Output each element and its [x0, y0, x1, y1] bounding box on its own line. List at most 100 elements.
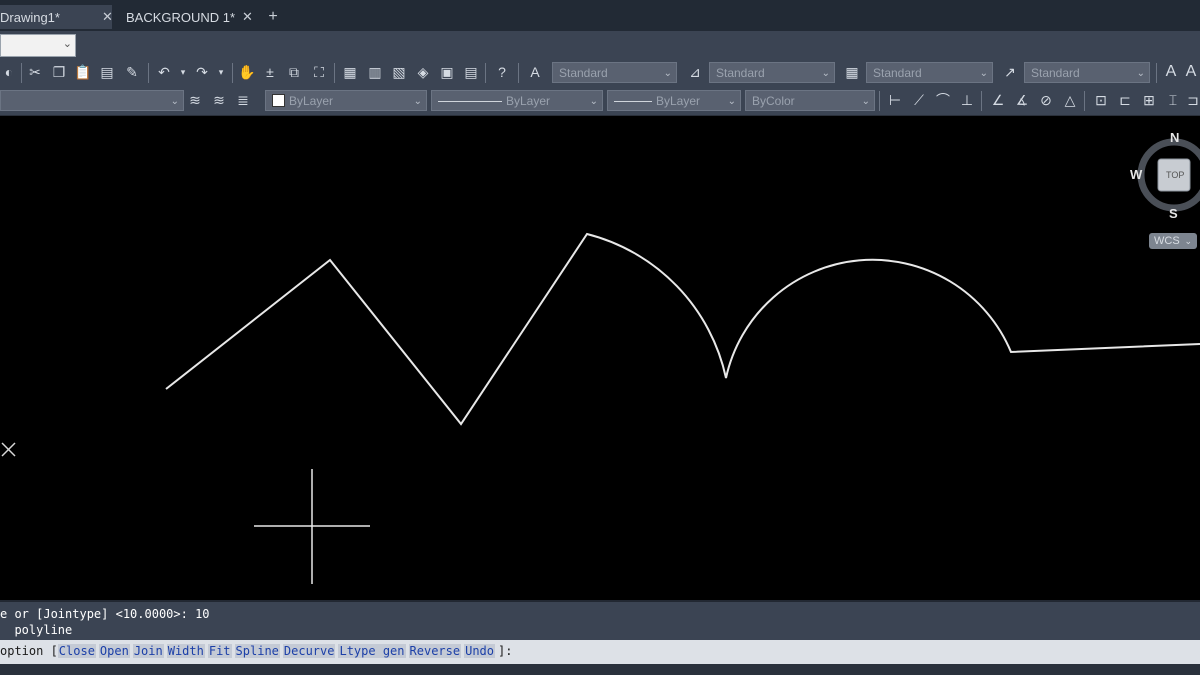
option-spline[interactable]: Spline	[234, 644, 280, 658]
compass-north[interactable]: N	[1170, 130, 1179, 145]
pan-icon[interactable]: ✋	[238, 63, 256, 81]
redo-icon[interactable]: ↷	[193, 63, 211, 81]
toolbar-separator	[879, 91, 880, 111]
quick-dimension-icon[interactable]: ⊡	[1092, 91, 1110, 109]
chevron-down-icon: ⌄	[663, 68, 672, 79]
calculator-icon[interactable]: ▤	[462, 63, 480, 81]
plot-style-value: ByColor	[752, 94, 795, 108]
tab-drawing1[interactable]: Drawing1* ✕	[0, 5, 113, 29]
option-undo[interactable]: Undo	[464, 644, 495, 658]
option-decurve[interactable]: Decurve	[282, 644, 336, 658]
layer-icon[interactable]: ◐	[0, 63, 18, 81]
compass-west[interactable]: W	[1130, 167, 1142, 182]
toolbar-separator	[1156, 63, 1157, 83]
table-style-icon[interactable]: ▦	[843, 63, 861, 81]
angular-dimension-icon[interactable]: △	[1061, 91, 1079, 109]
cut-icon[interactable]: ✂	[26, 63, 44, 81]
chevron-down-icon: ⌄	[413, 96, 422, 107]
command-line[interactable]: option [Close Open Join Width Fit Spline Decur…	[0, 640, 1200, 664]
lineweight-dropdown[interactable]: ByLayer ⌄	[607, 90, 741, 111]
multileader-style-dropdown[interactable]: Standard ⌄	[1024, 62, 1150, 83]
zoom-realtime-icon[interactable]: ±	[261, 63, 279, 81]
linetype-dropdown[interactable]: ByLayer ⌄	[431, 90, 603, 111]
tab-label: Drawing1*	[0, 9, 60, 25]
dimension-style-dropdown[interactable]: Standard ⌄	[709, 62, 835, 83]
toolbar-separator	[334, 63, 335, 83]
toolbar-separator	[485, 63, 486, 83]
table-style-dropdown[interactable]: Standard ⌄	[866, 62, 993, 83]
viewcube-top-face[interactable]: TOP	[1166, 170, 1184, 180]
chevron-down-icon: ⌄	[1136, 68, 1145, 79]
layer-states-icon[interactable]: ≣	[234, 91, 252, 109]
option-join[interactable]: Join	[132, 644, 164, 658]
multiline-text-icon[interactable]: A	[1182, 63, 1200, 81]
brush-icon[interactable]: ✎	[123, 63, 141, 81]
toolbar-separator	[518, 63, 519, 83]
dimension-style-icon[interactable]: ⊿	[686, 63, 704, 81]
close-icon[interactable]: ✕	[102, 9, 113, 25]
dimension-space-icon[interactable]: ⌶	[1164, 91, 1182, 109]
chevron-down-icon: ⌄	[727, 96, 736, 107]
chevron-down-icon: ⌄	[170, 96, 179, 107]
properties-icon[interactable]: ▦	[341, 63, 359, 81]
multileader-style-icon[interactable]: ↗	[1001, 63, 1019, 81]
text-style-dropdown[interactable]: Standard ⌄	[552, 62, 677, 83]
text-icon[interactable]: A	[1162, 63, 1180, 81]
diameter-dimension-icon[interactable]: ⊘	[1037, 91, 1055, 109]
option-fit[interactable]: Fit	[207, 644, 232, 658]
plot-style-dropdown[interactable]: ByColor ⌄	[745, 90, 875, 111]
option-reverse[interactable]: Reverse	[408, 644, 462, 658]
workspace-dropdown[interactable]: ⌄	[0, 34, 76, 57]
chevron-down-icon: ⌄	[1184, 236, 1192, 246]
redo-dropdown-icon[interactable]: ▾	[212, 63, 230, 81]
design-center-icon[interactable]: ▥	[366, 63, 384, 81]
arc-length-icon[interactable]: ⌒	[934, 91, 952, 109]
polyline	[165, 232, 1200, 426]
ordinate-dimension-icon[interactable]: ⊥	[958, 91, 976, 109]
option-open[interactable]: Open	[98, 644, 130, 658]
option-close[interactable]: Close	[57, 644, 96, 658]
undo-icon[interactable]: ↶	[155, 63, 173, 81]
command-prompt: option [Close Open Join Width Fit Spline Decur…	[0, 644, 512, 658]
zoom-window-icon[interactable]: ⧉	[285, 63, 303, 81]
markup-icon[interactable]: ▣	[438, 63, 456, 81]
close-icon[interactable]: ✕	[242, 9, 253, 25]
tool-palettes-icon[interactable]: ▧	[390, 63, 408, 81]
toolbar-separator	[21, 63, 22, 83]
layer-dropdown[interactable]: ⌄	[0, 90, 184, 111]
copy-icon[interactable]: ❐	[50, 63, 68, 81]
quick-access-bar: ⌄	[0, 31, 1200, 59]
undo-dropdown-icon[interactable]: ▾	[174, 63, 192, 81]
paste-icon[interactable]: 📋	[74, 63, 92, 81]
radius-dimension-icon[interactable]: ∠	[989, 91, 1007, 109]
layer-previous-icon[interactable]: ≋	[210, 91, 228, 109]
match-properties-icon[interactable]: ▤	[98, 63, 116, 81]
aligned-dimension-icon[interactable]: ⟋	[910, 91, 928, 109]
zoom-extents-icon[interactable]: ⛶	[310, 63, 328, 81]
drawing-canvas[interactable]	[0, 116, 1200, 600]
standard-toolbar: ◐ ✂ ❐ 📋 ▤ ✎ ↶ ▾ ↷ ▾ ✋ ± ⧉ ⛶ ▦ ▥ ▧ ◈ ▣ ▤ …	[0, 59, 1200, 87]
continue-dimension-icon[interactable]: ⊞	[1140, 91, 1158, 109]
compass-south[interactable]: S	[1169, 206, 1178, 221]
sheet-set-icon[interactable]: ◈	[414, 63, 432, 81]
option-width[interactable]: Width	[166, 644, 205, 658]
dimension-break-icon[interactable]: ⊐	[1184, 91, 1200, 109]
multileader-style-value: Standard	[1031, 66, 1080, 80]
chevron-down-icon: ⌄	[979, 68, 988, 79]
tab-background1[interactable]: BACKGROUND 1* ✕	[126, 5, 254, 29]
make-current-layer-icon[interactable]: ≋	[186, 91, 204, 109]
ucs-menu[interactable]: WCS ⌄	[1149, 233, 1197, 249]
new-tab-button[interactable]: +	[262, 7, 284, 27]
help-icon[interactable]: ?	[493, 63, 511, 81]
option-ltype-gen[interactable]: Ltype gen	[338, 644, 406, 658]
baseline-dimension-icon[interactable]: ⊏	[1116, 91, 1134, 109]
color-dropdown[interactable]: ByLayer ⌄	[265, 90, 427, 111]
linear-dimension-icon[interactable]: ⊢	[886, 91, 904, 109]
prompt-prefix: option [	[0, 644, 58, 658]
viewcube[interactable]: N S W TOP	[1130, 130, 1200, 230]
color-swatch	[272, 94, 285, 107]
jogged-dimension-icon[interactable]: ∡	[1013, 91, 1031, 109]
text-style-icon[interactable]: A	[526, 63, 544, 81]
status-bar	[0, 664, 1200, 675]
toolbar-separator	[148, 63, 149, 83]
